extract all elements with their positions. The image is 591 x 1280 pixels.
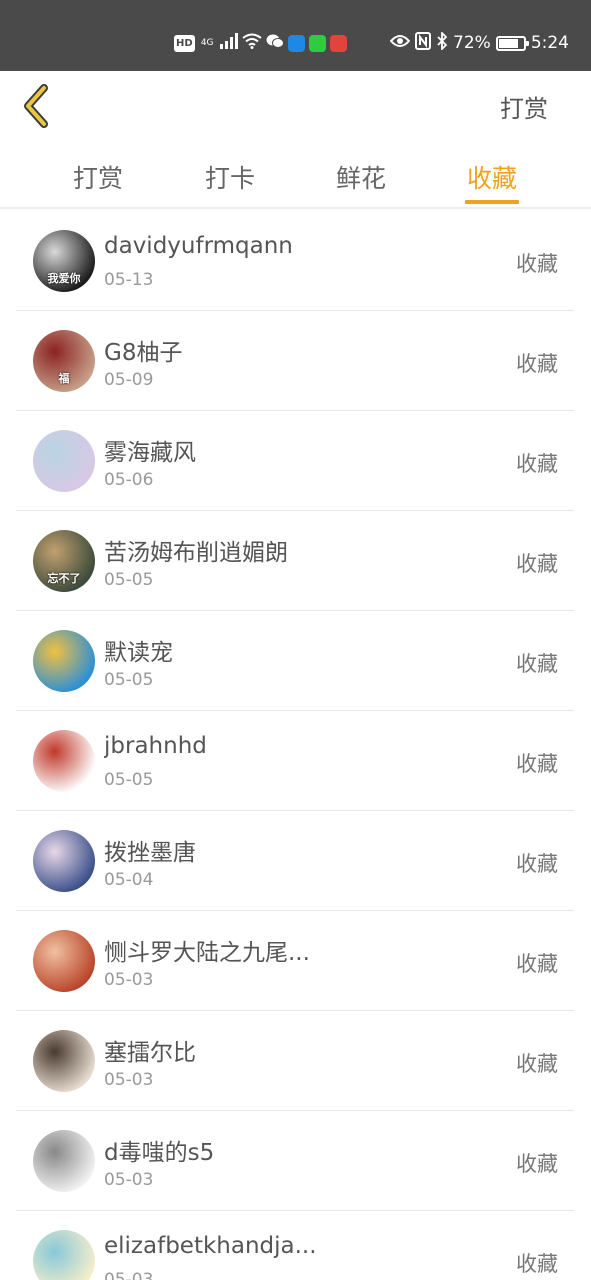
user-name: elizafbetkhandja... [104, 1233, 317, 1259]
eye-icon [389, 33, 411, 53]
user-name: G8柚子 [104, 340, 183, 366]
tab-flowers[interactable]: 鲜花 [321, 159, 401, 195]
favorite-label: 收藏 [516, 252, 558, 276]
app-icon [287, 34, 305, 52]
user-name: 默读宠 [104, 640, 173, 666]
avatar[interactable] [33, 1230, 95, 1280]
list-item[interactable]: 我爱你 davidyufrmqann 05-13 收藏 [16, 211, 574, 311]
avatar-text: 我爱你 [47, 272, 81, 285]
item-date: 05-03 [104, 1070, 154, 1090]
nfc-icon [415, 31, 432, 55]
avatar[interactable] [33, 730, 95, 792]
status-time: 5:24 [530, 33, 569, 53]
item-date: 05-09 [104, 370, 154, 390]
avatar[interactable]: 我爱你 [33, 230, 95, 292]
status-icons-left: HD 4G [174, 32, 347, 54]
avatar[interactable] [33, 430, 95, 492]
tab-active-indicator [465, 200, 519, 204]
user-name: 苦汤姆布削逍媚朗 [104, 540, 288, 566]
list-item[interactable]: 恻斗罗大陆之九尾... 05-03 收藏 [16, 911, 574, 1011]
item-date: 05-05 [104, 670, 154, 690]
battery-percent: 72% [453, 33, 491, 53]
favorite-label: 收藏 [516, 1152, 558, 1176]
favorite-label: 收藏 [516, 552, 558, 576]
user-name: 塞擂尔比 [104, 1040, 196, 1066]
list-item[interactable]: 福 G8柚子 05-09 收藏 [16, 311, 574, 411]
back-button[interactable] [20, 83, 64, 129]
favorite-label: 收藏 [516, 1052, 558, 1076]
hd-icon: HD [174, 34, 195, 52]
item-date: 05-03 [104, 1170, 154, 1190]
favorites-list: 我爱你 davidyufrmqann 05-13 收藏福 G8柚子 05-09 收藏 雾海藏风… [16, 211, 574, 1280]
bluetooth-icon [436, 30, 448, 55]
wechat-icon [266, 33, 284, 53]
favorite-label: 收藏 [516, 952, 558, 976]
status-icons-right: 72% 5:24 [389, 30, 569, 55]
item-date: 05-06 [104, 470, 154, 490]
tab-favorites[interactable]: 收藏 [452, 159, 532, 195]
user-name: 拨挫墨唐 [104, 840, 196, 866]
wifi-icon [242, 33, 262, 53]
network-type-label: 4G [200, 37, 214, 48]
tab-checkin[interactable]: 打卡 [190, 159, 270, 195]
battery-icon [495, 35, 529, 51]
item-date: 05-03 [104, 1270, 154, 1280]
list-item[interactable]: 拨挫墨唐 05-04 收藏 [16, 811, 574, 911]
user-name: davidyufrmqann [104, 233, 293, 259]
favorite-label: 收藏 [516, 852, 558, 876]
user-name: 雾海藏风 [104, 440, 196, 466]
header: 打赏 [0, 71, 591, 141]
status-bar: HD 4G 72% 5:24 [0, 0, 591, 71]
chevron-left-icon [24, 84, 48, 128]
signal-icon [219, 33, 238, 53]
list-item[interactable]: 雾海藏风 05-06 收藏 [16, 411, 574, 511]
favorite-label: 收藏 [516, 1252, 558, 1276]
list-item[interactable]: 默读宠 05-05 收藏 [16, 611, 574, 711]
list-item[interactable]: 塞擂尔比 05-03 收藏 [16, 1011, 574, 1111]
battery-level [498, 38, 518, 48]
avatar-text: 福 [58, 372, 70, 385]
item-date: 05-05 [104, 770, 154, 790]
avatar[interactable] [33, 1030, 95, 1092]
avatar[interactable] [33, 830, 95, 892]
avatar-text: 忘不了 [47, 572, 81, 585]
favorite-label: 收藏 [516, 452, 558, 476]
list-item[interactable]: d毒嗤的s5 05-03 收藏 [16, 1111, 574, 1211]
favorite-label: 收藏 [516, 352, 558, 376]
item-date: 05-03 [104, 970, 154, 990]
message-icon [308, 34, 326, 52]
user-name: jbrahnhd [104, 733, 207, 759]
notification-icon [329, 34, 347, 52]
avatar[interactable]: 忘不了 [33, 530, 95, 592]
tab-reward[interactable]: 打赏 [58, 159, 138, 195]
item-date: 05-04 [104, 870, 154, 890]
list-item[interactable]: 忘不了 苦汤姆布削逍媚朗 05-05 收藏 [16, 511, 574, 611]
item-date: 05-05 [104, 570, 154, 590]
tab-bar: 打赏 打卡 鲜花 收藏 [0, 141, 591, 209]
item-date: 05-13 [104, 270, 154, 290]
avatar[interactable] [33, 1130, 95, 1192]
avatar[interactable] [33, 630, 95, 692]
list-item[interactable]: jbrahnhd 05-05 收藏 [16, 711, 574, 811]
reward-button[interactable]: 打赏 [500, 89, 548, 124]
favorite-label: 收藏 [516, 652, 558, 676]
avatar[interactable]: 福 [33, 330, 95, 392]
favorite-label: 收藏 [516, 752, 558, 776]
list-item[interactable]: elizafbetkhandja... 05-03 收藏 [16, 1211, 574, 1280]
user-name: 恻斗罗大陆之九尾... [104, 940, 310, 966]
user-name: d毒嗤的s5 [104, 1140, 215, 1166]
avatar[interactable] [33, 930, 95, 992]
